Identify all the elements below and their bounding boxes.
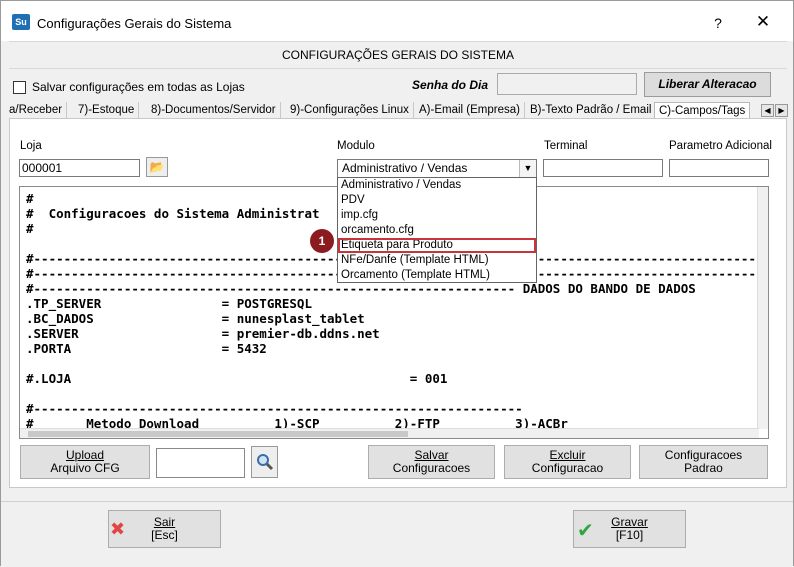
tab-email[interactable]: A)-Email (Empresa)	[415, 102, 525, 119]
loja-label: Loja	[20, 140, 42, 152]
modulo-select[interactable]: Administrativo / Vendas ▼	[337, 159, 537, 178]
step-marker-badge: 1	[310, 229, 334, 253]
salvar-line2: Configuracoes	[392, 461, 471, 475]
checkmark-icon: ✔	[577, 520, 594, 542]
vertical-scrollbar[interactable]	[757, 187, 768, 429]
folder-open-icon[interactable]: 📂	[146, 157, 168, 177]
padrao-line2: Padrao	[684, 461, 723, 475]
dropdown-item[interactable]: NFe/Danfe (Template HTML)	[338, 253, 536, 268]
tab-linux[interactable]: 9)-Configurações Linux	[286, 102, 414, 119]
tab-texto-padrao[interactable]: B)-Texto Padrão / Email	[526, 102, 657, 119]
save-all-stores-checkbox[interactable]: Salvar configurações em todas as Lojas	[13, 80, 245, 94]
dropdown-item-etiqueta[interactable]: Etiqueta para Produto	[338, 238, 536, 253]
app-logo-icon: Su	[12, 14, 30, 30]
excluir-line2: Configuracao	[531, 461, 604, 475]
dropdown-item[interactable]: imp.cfg	[338, 208, 536, 223]
search-icon[interactable]	[251, 446, 278, 478]
scrollbar-thumb[interactable]	[28, 431, 408, 437]
tab-scroll-left-icon[interactable]: ◀	[761, 104, 774, 117]
salvar-configuracoes-button[interactable]: Salvar Configuracoes	[368, 445, 495, 479]
dropdown-item[interactable]: PDV	[338, 193, 536, 208]
dropdown-item[interactable]: Administrativo / Vendas	[338, 178, 536, 193]
modulo-label: Modulo	[337, 140, 375, 152]
help-button[interactable]: ?	[706, 11, 730, 35]
tab-estoque[interactable]: 7)-Estoque	[74, 102, 140, 119]
save-all-label: Salvar configurações em todas as Lojas	[32, 80, 245, 94]
loja-input[interactable]: 000001	[19, 159, 140, 177]
sair-line2: [Esc]	[151, 528, 178, 542]
upload-line2: Arquivo CFG	[50, 461, 120, 475]
title-bar: Su Configurações Gerais do Sistema ? ✕	[1, 1, 793, 41]
config-window: Su Configurações Gerais do Sistema ? ✕ C…	[0, 0, 794, 567]
senha-label: Senha do Dia	[412, 78, 489, 92]
chevron-down-icon[interactable]: ▼	[519, 160, 536, 177]
upload-cfg-button[interactable]: Upload Arquivo CFG	[20, 445, 150, 479]
search-input[interactable]	[156, 448, 245, 478]
senha-input[interactable]	[497, 73, 637, 95]
tab-strip: a/Receber 7)-Estoque 8)-Documentos/Servi…	[9, 102, 787, 119]
terminal-input[interactable]	[543, 159, 663, 177]
close-x-icon: ✖	[110, 519, 126, 539]
parametro-label: Parametro Adicional	[669, 140, 772, 152]
window-title: Configurações Gerais do Sistema	[37, 16, 232, 31]
dropdown-item[interactable]: orcamento.cfg	[338, 223, 536, 238]
tab-documentos[interactable]: 8)-Documentos/Servidor	[147, 102, 281, 119]
tab-campos-tags[interactable]: C)-Campos/Tags	[654, 102, 751, 119]
configuracoes-padrao-button[interactable]: Configuracoes Padrao	[639, 445, 768, 479]
dropdown-item[interactable]: Orcamento (Template HTML)	[338, 268, 536, 283]
liberar-alteracao-button[interactable]: Liberar Alteracao	[644, 72, 771, 97]
terminal-label: Terminal	[544, 140, 588, 152]
tab-receber[interactable]: a/Receber	[9, 102, 68, 119]
modulo-dropdown-list: Administrativo / Vendas PDV imp.cfg orca…	[337, 177, 537, 283]
horizontal-scrollbar[interactable]	[20, 428, 759, 438]
close-icon[interactable]: ✕	[748, 9, 778, 35]
excluir-configuracao-button[interactable]: Excluir Configuracao	[504, 445, 631, 479]
parametro-input[interactable]	[669, 159, 769, 177]
checkbox-box[interactable]	[13, 80, 26, 94]
page-title: CONFIGURAÇÕES GERAIS DO SISTEMA	[9, 41, 787, 69]
modulo-selected-value: Administrativo / Vendas	[342, 161, 468, 175]
tab-scroll-right-icon[interactable]: ▶	[775, 104, 788, 117]
